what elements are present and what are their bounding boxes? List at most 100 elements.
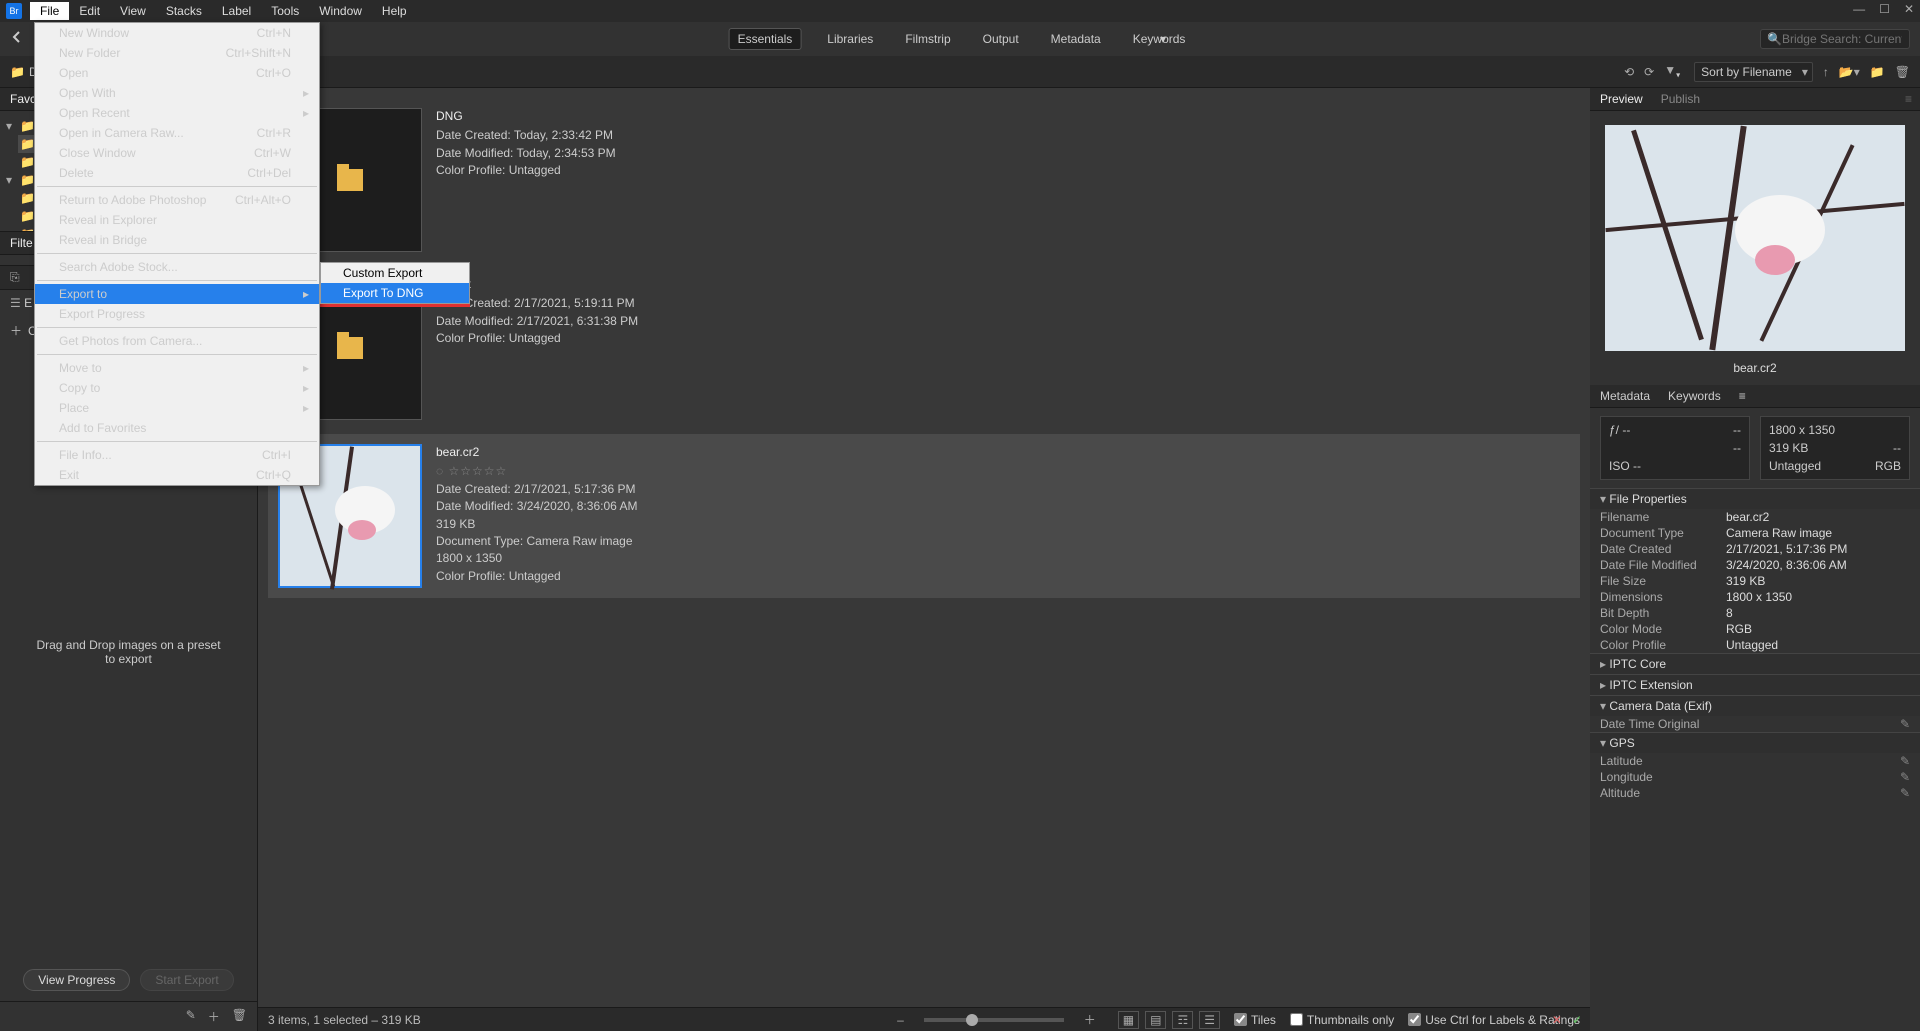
menu-item[interactable]: Close WindowCtrl+W [35, 143, 319, 163]
menu-item[interactable]: Reveal in Explorer [35, 210, 319, 230]
menu-item: Reveal in Bridge [35, 230, 319, 250]
menu-file[interactable]: File [30, 2, 69, 20]
view-grid-icon[interactable]: ▦ [1118, 1011, 1139, 1029]
zoom-out-icon[interactable]: – [897, 1013, 904, 1027]
menu-item[interactable]: New WindowCtrl+N [35, 23, 319, 43]
view-progress-button[interactable]: View Progress [23, 969, 130, 991]
workspace-more-icon[interactable]: ▾ [1160, 32, 1166, 46]
menu-item[interactable]: OpenCtrl+O [35, 63, 319, 83]
metadata-tab[interactable]: Metadata [1600, 389, 1650, 403]
menu-item[interactable]: New FolderCtrl+Shift+N [35, 43, 319, 63]
menu-item[interactable]: Copy to [35, 378, 319, 398]
app-logo: Br [6, 3, 22, 19]
thumbnails-only-checkbox[interactable]: Thumbnails only [1290, 1013, 1394, 1027]
edit-pencil-icon[interactable]: ✎ [1900, 717, 1910, 731]
workspace-tab-libraries[interactable]: Libraries [821, 28, 879, 50]
plus-icon: ＋ [10, 322, 22, 339]
workspace-tab-output[interactable]: Output [977, 28, 1025, 50]
rotate-cw-icon[interactable]: ⟳ [1644, 65, 1654, 79]
keywords-tab[interactable]: Keywords [1668, 389, 1721, 403]
section-file-properties[interactable]: File Properties [1590, 489, 1920, 509]
maximize-icon[interactable]: ☐ [1879, 2, 1890, 16]
cancel-icon[interactable]: ✕ [1552, 1013, 1562, 1027]
workspace-tab-essentials[interactable]: Essentials [729, 28, 802, 50]
menu-item[interactable]: Open Recent [35, 103, 319, 123]
delete-icon[interactable]: 🗑 [232, 1008, 247, 1025]
export-new-icon[interactable]: ⎘ [10, 270, 20, 285]
submenu-item[interactable]: Custom Export [321, 263, 469, 283]
menu-item[interactable]: Export Progress [35, 304, 319, 324]
view-list-icon[interactable]: ☰ [1199, 1011, 1220, 1029]
start-export-button: Start Export [140, 969, 233, 991]
menu-stacks[interactable]: Stacks [156, 2, 212, 20]
view-thumb-icon[interactable]: ▤ [1145, 1011, 1166, 1029]
edit-pencil-icon[interactable]: ✎ [1900, 754, 1910, 768]
search-box[interactable]: 🔍 [1760, 29, 1910, 49]
menu-item[interactable]: DeleteCtrl+Del [35, 163, 319, 183]
filter-funnel-icon[interactable]: ▼▾ [1664, 63, 1680, 79]
menu-label[interactable]: Label [212, 2, 261, 20]
menu-item[interactable]: Add to Favorites [35, 418, 319, 438]
section-gps[interactable]: GPS [1590, 733, 1920, 753]
zoom-in-icon[interactable]: ＋ [1084, 1011, 1096, 1028]
publish-tab[interactable]: Publish [1661, 92, 1700, 106]
metadata-summary: ƒ/ ---- -- ISO -- 1800 x 1350 319 KB-- U… [1590, 408, 1920, 488]
menu-view[interactable]: View [110, 2, 156, 20]
right-panel: Preview Publish ≡ bear.cr2 Metadata Keyw… [1590, 88, 1920, 1031]
status-bar: 3 items, 1 selected – 319 KB – ＋ ▦ ▤ ☶ ☰… [258, 1007, 1590, 1031]
sort-dropdown[interactable]: Sort by Filename [1694, 62, 1813, 82]
menu-item[interactable]: File Info...Ctrl+I [35, 445, 319, 465]
menu-tools[interactable]: Tools [261, 2, 309, 20]
rotate-ccw-icon[interactable]: ⟲ [1624, 65, 1634, 79]
status-summary: 3 items, 1 selected – 319 KB [268, 1013, 421, 1027]
folder-icon: 📁 [20, 119, 35, 133]
back-icon[interactable] [10, 30, 28, 48]
list-icon: ☰ [10, 296, 21, 310]
section-iptc-extension[interactable]: IPTC Extension [1590, 675, 1920, 695]
sort-ascending-icon[interactable]: ↑ [1823, 65, 1829, 79]
preview-image [1605, 125, 1905, 351]
menu-help[interactable]: Help [372, 2, 417, 20]
filter-tab[interactable]: Filte [10, 236, 33, 250]
menu-item[interactable]: Return to Adobe PhotoshopCtrl+Alt+O [35, 190, 319, 210]
open-recent-icon[interactable]: 📂▾ [1839, 65, 1860, 79]
apply-icon[interactable]: ✓ [1572, 1013, 1582, 1027]
content-item[interactable]: DNGDate Created: Today, 2:33:42 PMDate M… [268, 98, 1580, 262]
workspace-tab-metadata[interactable]: Metadata [1045, 28, 1107, 50]
menu-edit[interactable]: Edit [69, 2, 110, 20]
tiles-checkbox[interactable]: Tiles [1234, 1013, 1276, 1027]
menu-item[interactable]: Search Adobe Stock... [35, 257, 319, 277]
edit-pencil-icon[interactable]: ✎ [1900, 770, 1910, 784]
minimize-icon[interactable]: — [1853, 2, 1865, 16]
menu-window[interactable]: Window [309, 2, 372, 20]
menubar: Br FileEditViewStacksLabelToolsWindowHel… [0, 0, 1920, 22]
section-camera-data[interactable]: Camera Data (Exif) [1590, 696, 1920, 716]
thumbnail-size-slider[interactable] [924, 1018, 1064, 1022]
content-panel: DNGDate Created: Today, 2:33:42 PMDate M… [258, 88, 1590, 1031]
edit-pencil-icon[interactable]: ✎ [186, 1008, 196, 1025]
menu-item[interactable]: Open in Camera Raw...Ctrl+R [35, 123, 319, 143]
menu-item[interactable]: Get Photos from Camera... [35, 331, 319, 351]
add-icon[interactable]: ＋ [208, 1008, 220, 1025]
search-icon: 🔍 [1767, 32, 1782, 46]
trash-icon[interactable]: 🗑 [1895, 65, 1910, 79]
favorites-tab[interactable]: Favc [10, 92, 36, 106]
view-details-icon[interactable]: ☶ [1172, 1011, 1193, 1029]
preview-filename: bear.cr2 [1590, 361, 1920, 375]
menu-item[interactable]: Export to [35, 284, 319, 304]
menu-item[interactable]: Place [35, 398, 319, 418]
edit-pencil-icon[interactable]: ✎ [1900, 786, 1910, 800]
menu-item[interactable]: ExitCtrl+Q [35, 465, 319, 485]
preview-tab[interactable]: Preview [1600, 92, 1643, 106]
section-iptc-core[interactable]: IPTC Core [1590, 654, 1920, 674]
menu-item[interactable]: Open With [35, 83, 319, 103]
new-folder-icon[interactable]: 📁 [1870, 65, 1885, 79]
workspace-tab-filmstrip[interactable]: Filmstrip [899, 28, 956, 50]
file-menu-dropdown: New WindowCtrl+NNew FolderCtrl+Shift+NOp… [34, 22, 320, 486]
close-icon[interactable]: ✕ [1904, 2, 1914, 16]
menu-item[interactable]: Move to [35, 358, 319, 378]
search-input[interactable] [1782, 32, 1902, 46]
content-item[interactable]: bear.cr2◌ ☆☆☆☆☆Date Created: 2/17/2021, … [268, 434, 1580, 598]
export-to-submenu: Custom ExportExport To DNG [320, 262, 470, 304]
submenu-item[interactable]: Export To DNG [321, 283, 469, 303]
